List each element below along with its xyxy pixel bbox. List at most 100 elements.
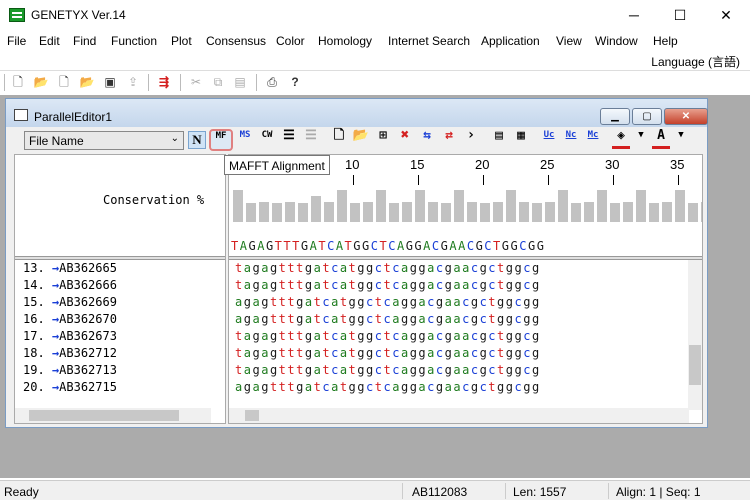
sequence-row[interactable]: tagagtttgatcatggctcaggacgaacgctggcg <box>235 277 541 294</box>
child-close-button[interactable]: ✕ <box>664 108 708 125</box>
menu-file[interactable]: File <box>7 34 26 48</box>
conservation-bar <box>415 190 425 222</box>
add-sequence-icon[interactable]: ⊞ <box>374 129 392 149</box>
scroll-thumb[interactable] <box>245 410 259 421</box>
ruler-label: 25 <box>540 157 555 172</box>
conservation-bar <box>597 190 607 222</box>
scroll-thumb[interactable] <box>689 345 701 385</box>
clustalw-alignment-button[interactable]: CW <box>258 131 276 149</box>
maximize-button[interactable]: ☐ <box>657 0 703 30</box>
sequence-row[interactable]: agagtttgatcatggctcaggacgaacgctggcgg <box>235 311 541 328</box>
sequence-row[interactable]: tagagtttgatcatggctcaggacgaacgctggcg <box>235 345 541 362</box>
conservation-bar <box>454 190 464 222</box>
conservation-label: Conservation % <box>103 193 205 207</box>
menu-edit[interactable]: Edit <box>39 34 60 48</box>
sequence-name-row[interactable]: 19. →AB362713 <box>23 362 213 379</box>
align-left-icon[interactable]: ☰ <box>280 129 298 149</box>
close-button[interactable]: ✕ <box>703 0 749 30</box>
sequence-name-row[interactable]: 14. →AB362666 <box>23 277 213 294</box>
sequence-name-row[interactable]: 13. →AB362665 <box>23 260 213 277</box>
alignment-horizontal-scrollbar[interactable] <box>229 408 689 423</box>
minimize-button[interactable]: ─ <box>611 0 657 30</box>
open-folder-icon[interactable]: 📂 <box>352 129 370 149</box>
menu-application[interactable]: Application <box>481 34 540 48</box>
name-pane-horizontal-scrollbar[interactable] <box>15 408 211 423</box>
open-file-icon[interactable]: 📂 <box>79 74 95 90</box>
menu-function[interactable]: Function <box>111 34 157 48</box>
delete-icon[interactable]: ✖ <box>396 128 414 149</box>
menu-find[interactable]: Find <box>73 34 96 48</box>
sequence-name-row[interactable]: 16. →AB362670 <box>23 311 213 328</box>
detail-view-icon[interactable]: ▦ <box>512 129 530 149</box>
sequence-name-row[interactable]: 15. →AB362669 <box>23 294 213 311</box>
complement-icon[interactable]: ⇄ <box>440 129 458 149</box>
menu-bar: File Edit Find Function Plot Consensus C… <box>0 31 750 51</box>
open-folder-icon[interactable]: 📂 <box>33 74 49 90</box>
help-icon[interactable]: ? <box>287 74 303 90</box>
n-button[interactable]: N <box>188 131 206 149</box>
conservation-histogram <box>229 185 702 225</box>
child-maximize-button[interactable]: ▢ <box>632 108 662 125</box>
chevron-down-icon: ⌄ <box>170 133 179 144</box>
conservation-bar <box>584 202 594 222</box>
fill-color-icon[interactable]: ◈ <box>612 129 630 149</box>
sequence-name-row[interactable]: 18. →AB362712 <box>23 345 213 362</box>
child-minimize-button[interactable]: ▁ <box>600 108 630 125</box>
text-color-dropdown-icon[interactable]: ▼ <box>672 131 690 149</box>
list-view-icon[interactable]: ▤ <box>490 129 508 149</box>
mafft-tooltip: MAFFT Alignment <box>224 155 330 175</box>
sequence-row[interactable]: tagagtttgatcatggctcaggacgaacgctggcg <box>235 260 541 277</box>
status-accession: AB112083 <box>412 485 468 499</box>
mafft-alignment-button[interactable]: MF <box>209 129 233 151</box>
status-bar: Ready AB112083 Len: 1557 Align: 1 | Seq:… <box>0 480 750 500</box>
paste-icon: ▤ <box>234 75 246 89</box>
nucleotide-color-button[interactable]: Nc <box>562 131 580 149</box>
toolbar-grip <box>4 74 5 91</box>
sequence-alignment[interactable]: tagagtttgatcatggctcaggacgaacgctggcg tagag… <box>235 260 541 396</box>
menu-plot[interactable]: Plot <box>171 34 192 48</box>
print-icon[interactable]: ⎙ <box>264 74 280 90</box>
text-color-button[interactable]: A <box>652 129 670 149</box>
menu-color[interactable]: Color <box>276 34 305 48</box>
fill-color-dropdown-icon[interactable]: ▼ <box>632 131 650 149</box>
reverse-icon[interactable]: ⇆ <box>418 129 436 149</box>
display-mode-dropdown[interactable]: File Name ⌄ <box>24 131 184 150</box>
conservation-bar <box>467 202 477 222</box>
sequence-row[interactable]: agagtttgatcatggctcaggacgaacgctggcgg <box>235 294 541 311</box>
mdi-workspace: ParallelEditor1 ▁ ▢ ✕ File Name ⌄ N MF M… <box>0 95 750 478</box>
save-icon[interactable]: ▣ <box>102 74 118 90</box>
language-button[interactable]: Language (言語) <box>651 53 740 70</box>
conservation-bar <box>571 203 581 222</box>
sequence-accession: AB362666 <box>59 278 117 292</box>
menu-window[interactable]: Window <box>595 34 638 48</box>
sequence-name-pane: Conservation % 13. →AB362665 14. →AB36266… <box>14 154 226 424</box>
parallel-editor-icon[interactable]: ⇶ <box>156 74 172 90</box>
conservation-bar <box>233 190 243 222</box>
conservation-bar <box>493 202 503 222</box>
consensus-sequence: TAGAGTTTGATCATGGCTCAGGACGAACGCTGGCGG <box>231 239 546 253</box>
genetyx-app-icon <box>9 8 25 22</box>
menu-help[interactable]: Help <box>653 34 678 48</box>
ruler-label: 20 <box>475 157 490 172</box>
menu-view[interactable]: View <box>556 34 582 48</box>
next-button[interactable]: › <box>462 128 480 149</box>
uppercase-button[interactable]: Uc <box>540 131 558 149</box>
sequence-row[interactable]: tagagtttgatcatggctcaggacgaacgctggcg <box>235 328 541 345</box>
conservation-bar <box>532 203 542 222</box>
menu-internet-search[interactable]: Internet Search <box>388 34 470 48</box>
scroll-thumb[interactable] <box>29 410 179 421</box>
menu-consensus[interactable]: Consensus <box>206 34 266 48</box>
alignment-vertical-scrollbar[interactable] <box>688 260 702 410</box>
mixed-case-button[interactable]: Mc <box>584 131 602 149</box>
sequence-row[interactable]: tagagtttgatcatggctcaggacgaacgctggcg <box>235 362 541 379</box>
new-document-icon[interactable]: 🗋 <box>56 74 72 90</box>
conservation-bar <box>701 202 702 222</box>
sequence-name-row[interactable]: 17. →AB362673 <box>23 328 213 345</box>
sequence-name-row[interactable]: 20. →AB362715 <box>23 379 213 396</box>
new-document-icon[interactable]: 🗋 <box>330 129 348 149</box>
new-file-icon[interactable]: 🗋 <box>10 74 26 90</box>
menu-homology[interactable]: Homology <box>318 34 372 48</box>
conservation-bar <box>285 202 295 222</box>
muscle-alignment-button[interactable]: MS <box>236 131 254 149</box>
sequence-row[interactable]: agagtttgatcatggctcaggacgaacgctggcgg <box>235 379 541 396</box>
